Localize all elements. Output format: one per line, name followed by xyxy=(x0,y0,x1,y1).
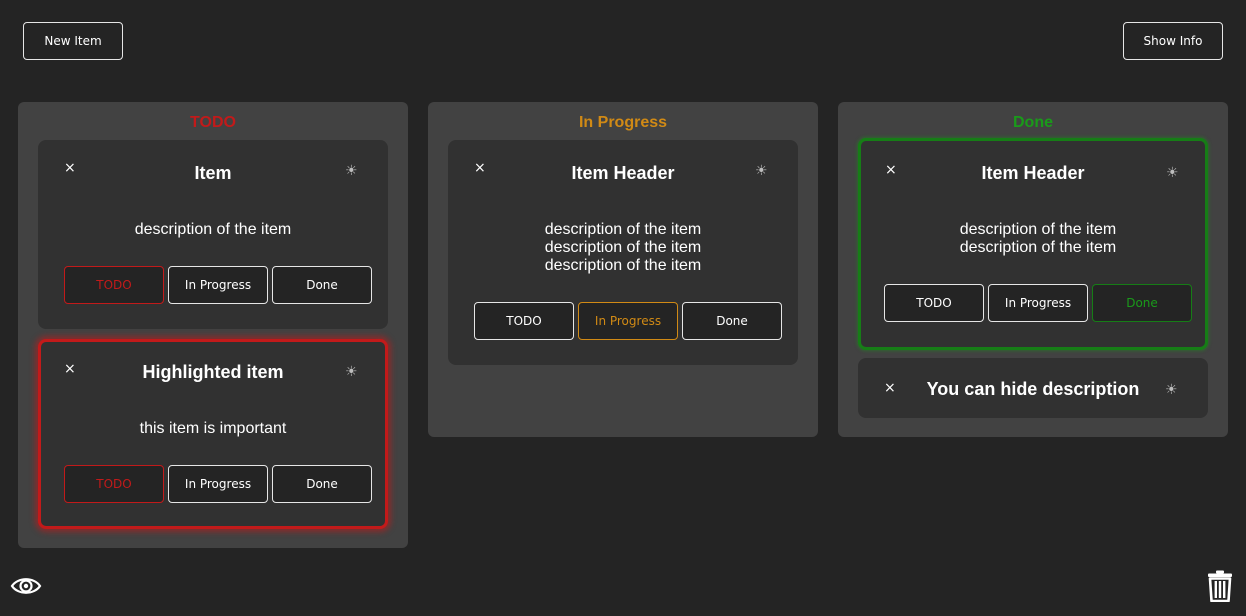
highlighted-item-card: × Highlighted item ☀ this item is import… xyxy=(38,339,388,529)
card-description: description of the item description of t… xyxy=(448,221,798,275)
status-done-button[interactable]: Done xyxy=(272,266,372,304)
description-line: description of the item xyxy=(544,221,702,238)
status-in-progress-button[interactable]: In Progress xyxy=(168,465,268,503)
status-in-progress-button[interactable]: In Progress xyxy=(578,302,678,340)
card-title: You can hide description xyxy=(926,379,1140,399)
trash-icon[interactable] xyxy=(1207,570,1233,607)
collapsed-item-card: × You can hide description ☀ xyxy=(858,358,1208,418)
show-info-button[interactable]: Show Info xyxy=(1123,22,1223,60)
card-description: this item is important xyxy=(41,420,385,438)
status-todo-button[interactable]: TODO xyxy=(474,302,574,340)
column-title-todo: TODO xyxy=(190,114,236,131)
column-done: Done × Item Header ☀ description of the … xyxy=(838,102,1228,437)
description-line: description of the item xyxy=(959,221,1117,238)
status-buttons: TODO In Progress Done xyxy=(64,465,372,503)
column-title-in-progress: In Progress xyxy=(578,114,668,131)
sun-icon[interactable]: ☀ xyxy=(345,164,358,178)
sun-icon[interactable]: ☀ xyxy=(345,365,358,379)
item-card: × Item Header ☀ description of the item … xyxy=(858,138,1208,350)
card-title: Item Header xyxy=(571,163,675,183)
eye-icon[interactable] xyxy=(10,574,42,603)
status-done-button[interactable]: Done xyxy=(272,465,372,503)
description-line: description of the item xyxy=(134,221,292,238)
sun-icon[interactable]: ☀ xyxy=(1165,383,1178,397)
description-line: description of the item xyxy=(959,239,1117,256)
sun-icon[interactable]: ☀ xyxy=(1166,166,1179,180)
status-buttons: TODO In Progress Done xyxy=(64,266,372,304)
column-in-progress: In Progress × Item Header ☀ description … xyxy=(428,102,818,437)
status-done-button[interactable]: Done xyxy=(682,302,782,340)
status-todo-button[interactable]: TODO xyxy=(64,465,164,503)
column-title-done: Done xyxy=(1013,114,1053,131)
card-title: Item xyxy=(194,163,232,183)
status-buttons: TODO In Progress Done xyxy=(474,302,782,340)
description-line: this item is important xyxy=(139,420,287,437)
status-todo-button[interactable]: TODO xyxy=(64,266,164,304)
description-line: description of the item xyxy=(544,239,702,256)
card-description: description of the item description of t… xyxy=(866,221,1210,257)
card-title: Highlighted item xyxy=(142,362,284,382)
card-description: description of the item xyxy=(38,221,388,239)
item-card: × Item ☀ description of the item TODO In… xyxy=(38,140,388,329)
item-card: × Item Header ☀ description of the item … xyxy=(448,140,798,365)
status-buttons: TODO In Progress Done xyxy=(884,284,1192,322)
column-todo: TODO × Item ☀ description of the item TO… xyxy=(18,102,408,548)
status-todo-button[interactable]: TODO xyxy=(884,284,984,322)
status-done-button[interactable]: Done xyxy=(1092,284,1192,322)
description-line: description of the item xyxy=(544,257,702,274)
status-in-progress-button[interactable]: In Progress xyxy=(988,284,1088,322)
card-title: Item Header xyxy=(981,163,1085,183)
new-item-button[interactable]: New Item xyxy=(23,22,123,60)
status-in-progress-button[interactable]: In Progress xyxy=(168,266,268,304)
sun-icon[interactable]: ☀ xyxy=(755,164,768,178)
